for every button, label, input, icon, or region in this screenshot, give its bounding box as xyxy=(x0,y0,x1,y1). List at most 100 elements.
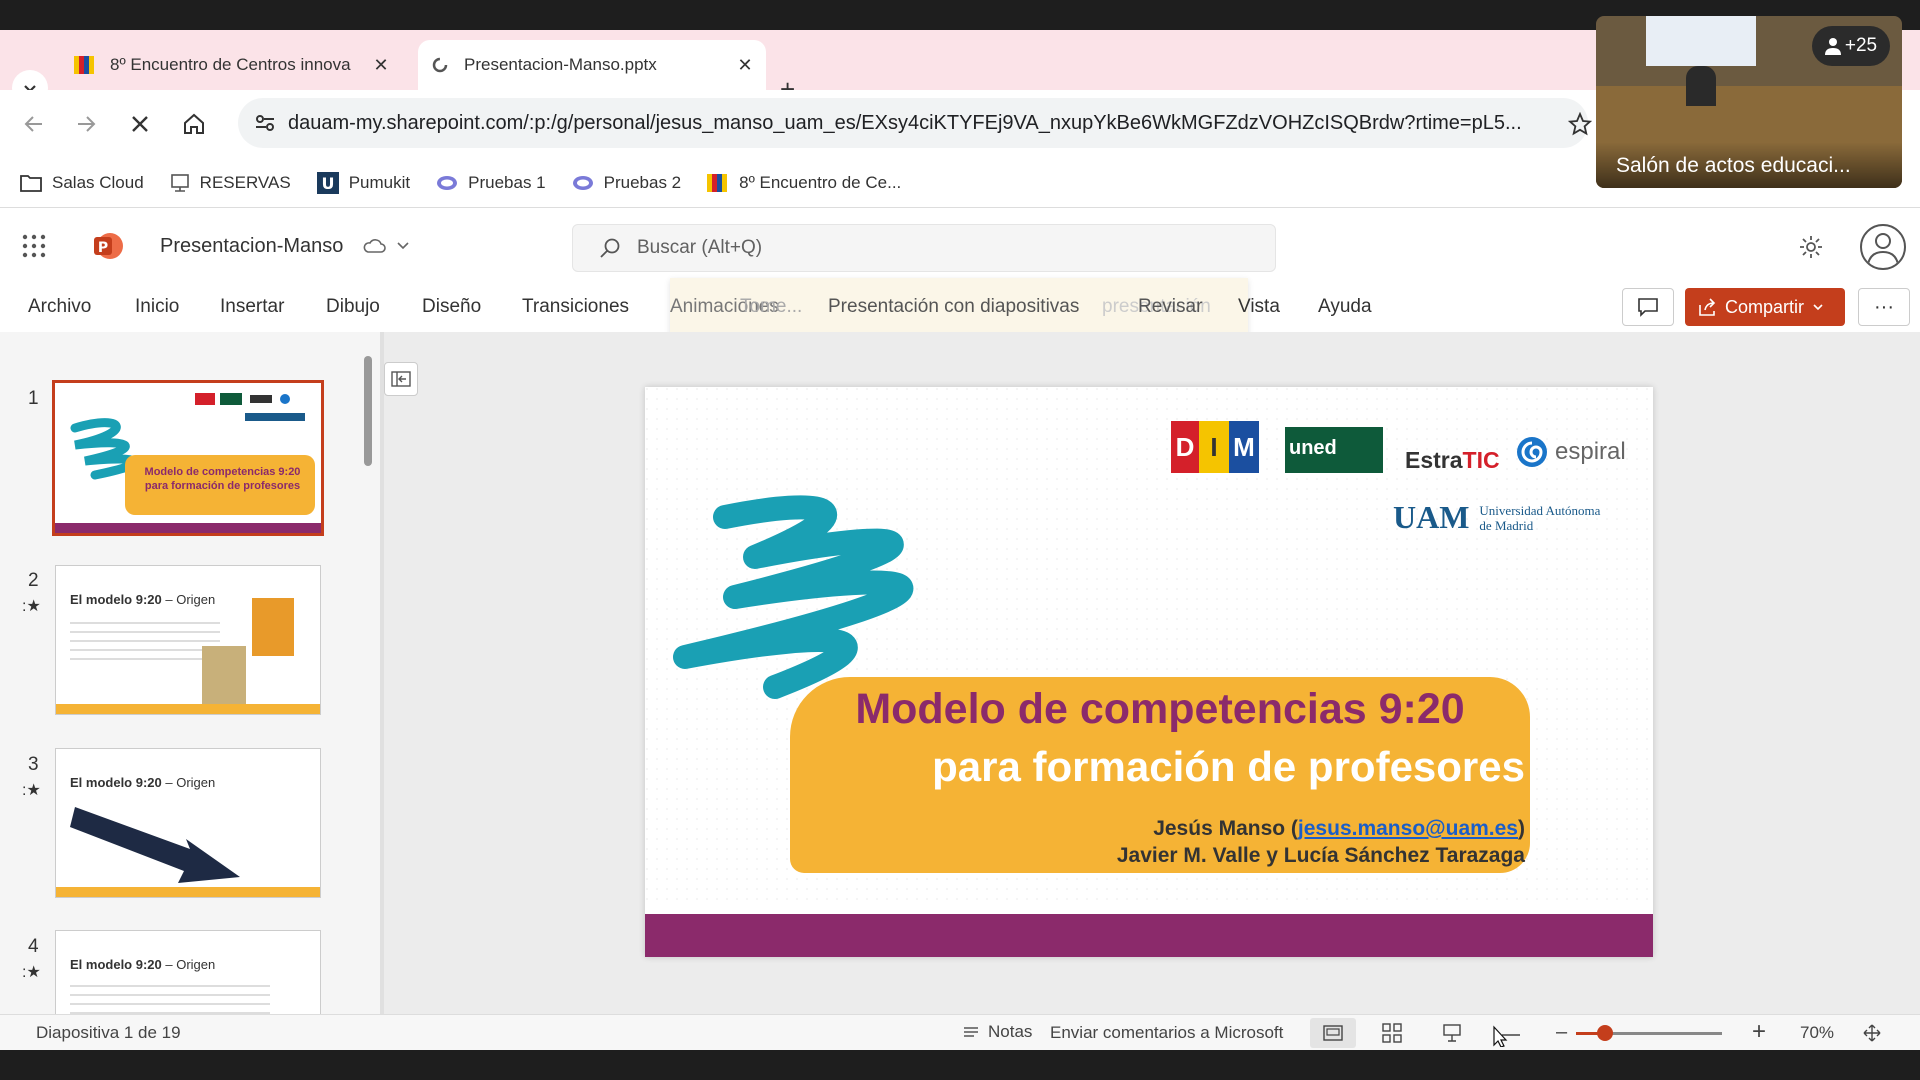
pruebas-icon xyxy=(572,175,593,190)
search-icon xyxy=(600,238,620,258)
slideshow-button[interactable] xyxy=(1492,1023,1522,1047)
thumbnail-footer-bar xyxy=(56,704,320,714)
thumbnail-slide-3[interactable]: El modelo 9:20 – Origen xyxy=(55,748,321,898)
author-line-2: Javier M. Valle y Lucía Sánchez Tarazaga xyxy=(1116,844,1525,867)
fit-to-window-button[interactable] xyxy=(1862,1023,1882,1043)
chevron-down-icon[interactable] xyxy=(396,238,410,252)
arrow-left-icon xyxy=(24,116,42,132)
video-call-overlay[interactable]: +25 Salón de actos educaci... xyxy=(1596,16,1902,188)
thumbnail-slide-4[interactable]: El modelo 9:20 – Origen xyxy=(55,930,321,1014)
search-box[interactable]: Buscar (Alt+Q) xyxy=(572,224,1276,272)
thumbnail-slide-1[interactable]: Modelo de competencias 9:20 para formaci… xyxy=(52,380,324,536)
zoom-in-button[interactable]: + xyxy=(1752,1018,1766,1046)
normal-view-icon xyxy=(1323,1025,1343,1041)
current-slide[interactable]: D I M uned EstraTIC espiral UAM Universi… xyxy=(645,387,1653,957)
file-name[interactable]: Presentacion-Manso xyxy=(160,235,343,258)
thumbnail-number: 1 xyxy=(28,388,39,409)
site-settings-icon[interactable] xyxy=(254,112,276,134)
tab-revisar[interactable]: Revisar xyxy=(1138,296,1202,318)
powerpoint-logo-icon[interactable]: P xyxy=(92,230,124,262)
thumbnail-number: 2 xyxy=(28,570,39,591)
feedback-link[interactable]: Enviar comentarios a Microsoft xyxy=(1050,1023,1283,1043)
video-speaker xyxy=(1686,66,1716,106)
pruebas-icon xyxy=(437,175,458,190)
tab-title: 8º Encuentro de Centros innova xyxy=(110,55,351,74)
thumbnail-footer-bar xyxy=(56,887,320,897)
tab-vista[interactable]: Vista xyxy=(1238,296,1280,318)
more-options-button[interactable]: ··· xyxy=(1858,288,1910,326)
comments-button[interactable] xyxy=(1622,288,1674,326)
notes-label: Notas xyxy=(988,1022,1033,1041)
bookmark-salas-cloud[interactable]: Salas Cloud xyxy=(20,173,144,193)
slide-sorter-button[interactable] xyxy=(1382,1023,1402,1043)
thumbnail-slide-2[interactable]: El modelo 9:20 – Origen xyxy=(55,565,321,715)
notes-button[interactable]: Notas xyxy=(962,1022,1032,1042)
person-icon xyxy=(1824,38,1841,55)
bookmark-pruebas-2[interactable]: Pruebas 2 xyxy=(572,172,681,194)
thumbnail-title: El modelo 9:20 – Origen xyxy=(70,775,216,790)
tab-insertar[interactable]: Insertar xyxy=(220,296,284,318)
participants-badge[interactable]: +25 xyxy=(1812,26,1890,66)
animation-star-icon: :★ xyxy=(22,598,41,615)
close-icon[interactable]: ✕ xyxy=(732,55,758,76)
slide-thumbnails-panel: 1 Modelo de competencias 9:20 para forma… xyxy=(0,332,380,1014)
collapse-panel-button[interactable] xyxy=(384,362,418,396)
author-line-1: Jesús Manso (jesus.manso@uam.es) xyxy=(1153,817,1525,840)
app-header: P Presentacion-Manso Buscar (Alt+Q) xyxy=(0,208,1920,284)
slide-title-line1: Modelo de competencias 9:20 xyxy=(855,685,1465,733)
address-bar[interactable]: dauam-my.sharepoint.com/:p:/g/personal/j… xyxy=(238,98,1588,148)
zoom-level[interactable]: 70% xyxy=(1800,1023,1834,1043)
animation-star-icon: :★ xyxy=(22,964,41,981)
tab-diseno[interactable]: Diseño xyxy=(422,296,481,318)
back-button[interactable] xyxy=(18,108,50,140)
encuentro-favicon-icon xyxy=(74,54,96,76)
stop-loading-button[interactable] xyxy=(124,108,156,140)
cloud-status-icon[interactable] xyxy=(362,236,386,254)
zoom-out-button[interactable]: – xyxy=(1556,1022,1567,1042)
tab-presentacion[interactable]: Presentación con diapositivas xyxy=(828,296,1079,318)
arrow-right-icon xyxy=(78,116,96,132)
thumbnail-number: 4 xyxy=(28,936,39,957)
pumukit-icon: U xyxy=(316,171,339,194)
author-email-link[interactable]: jesus.manso@uam.es xyxy=(1298,817,1518,840)
tab-ayuda[interactable]: Ayuda xyxy=(1318,296,1372,318)
url-text: dauam-my.sharepoint.com/:p:/g/personal/j… xyxy=(288,111,1522,134)
zoom-slider-thumb[interactable] xyxy=(1597,1025,1614,1041)
slide-footer-bar xyxy=(645,914,1653,957)
loading-favicon-icon xyxy=(430,55,450,75)
bookmark-pumukit[interactable]: U Pumukit xyxy=(316,171,410,194)
account-avatar[interactable] xyxy=(1860,224,1906,270)
bookmark-label: RESERVAS xyxy=(199,172,291,192)
tab-transiciones[interactable]: Transiciones xyxy=(522,296,629,318)
share-label: Compartir xyxy=(1725,296,1805,317)
share-icon xyxy=(1699,298,1716,316)
bookmark-reservas[interactable]: RESERVAS xyxy=(170,173,291,193)
tab-title: Presentacion-Manso.pptx xyxy=(464,55,657,74)
zoom-slider-track[interactable] xyxy=(1576,1025,1722,1041)
espiral-icon xyxy=(1517,437,1547,467)
normal-view-button[interactable] xyxy=(1310,1018,1356,1048)
bookmark-encuentro[interactable]: 8º Encuentro de Ce... xyxy=(707,172,901,194)
browser-tab-encuentro[interactable]: 8º Encuentro de Centros innova ✕ xyxy=(62,40,402,90)
thumbnail-title: Modelo de competencias 9:20 para formaci… xyxy=(144,466,301,492)
settings-button[interactable] xyxy=(1798,234,1824,260)
thumbnails-scrollbar[interactable] xyxy=(364,356,372,466)
bookmark-star-button[interactable] xyxy=(1564,108,1596,140)
bookmark-pruebas-1[interactable]: Pruebas 1 xyxy=(436,172,546,194)
reading-view-button[interactable] xyxy=(1442,1023,1462,1043)
dim-logo: D I M xyxy=(1171,421,1259,473)
tab-dibujo[interactable]: Dibujo xyxy=(326,296,380,318)
svg-text:U: U xyxy=(321,174,334,193)
thumbnail-1-preview xyxy=(55,393,321,533)
app-launcher-button[interactable] xyxy=(22,234,46,258)
home-button[interactable] xyxy=(178,108,210,140)
reservas-icon xyxy=(170,173,189,192)
tab-archivo[interactable]: Archivo xyxy=(28,296,91,318)
forward-button[interactable] xyxy=(70,108,102,140)
close-icon[interactable]: ✕ xyxy=(368,55,394,76)
bookmark-label: Salas Cloud xyxy=(52,172,144,192)
tab-inicio[interactable]: Inicio xyxy=(135,296,179,318)
thumbnail-image xyxy=(202,646,246,704)
share-button[interactable]: Compartir xyxy=(1685,288,1845,326)
browser-tab-presentacion[interactable]: Presentacion-Manso.pptx ✕ xyxy=(418,40,766,90)
